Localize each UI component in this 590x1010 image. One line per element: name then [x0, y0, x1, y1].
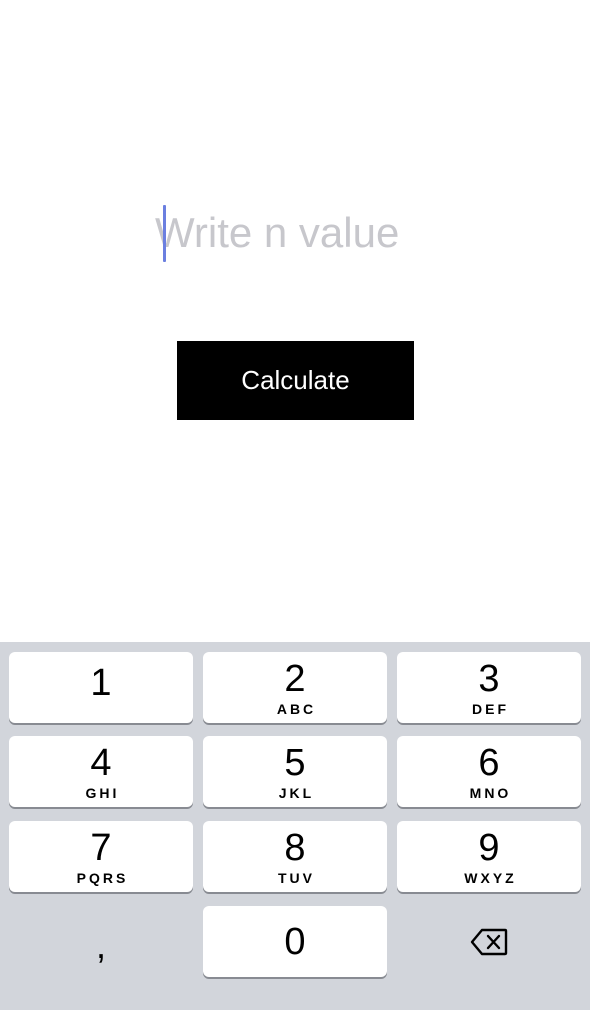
- key-5[interactable]: 5 JKL: [203, 736, 387, 807]
- text-cursor: [163, 205, 166, 262]
- key-letters: TUV: [278, 869, 315, 886]
- key-letters: JKL: [278, 784, 315, 801]
- key-7[interactable]: 7 PQRS: [9, 821, 193, 892]
- key-letters: GHI: [85, 784, 120, 801]
- key-letters: DEF: [472, 700, 509, 717]
- key-3[interactable]: 3 DEF: [397, 652, 581, 723]
- n-value-input[interactable]: [155, 201, 435, 265]
- calculate-button[interactable]: Calculate: [177, 341, 414, 420]
- key-digit: 9: [478, 826, 500, 869]
- key-digit: 3: [478, 657, 500, 700]
- key-comma-label: ,: [95, 924, 106, 966]
- key-digit: 5: [284, 741, 306, 784]
- backspace-icon: [470, 928, 508, 956]
- key-4[interactable]: 4 GHI: [9, 736, 193, 807]
- key-digit: 6: [478, 741, 500, 784]
- key-2[interactable]: 2 ABC: [203, 652, 387, 723]
- key-digit: 4: [90, 741, 112, 784]
- key-letters: [100, 704, 103, 714]
- numeric-keyboard: 1 2 ABC 3 DEF 4 GHI 5 JKL 6 MNO 7 PQRS 8…: [0, 642, 590, 1010]
- key-backspace[interactable]: [397, 906, 581, 977]
- key-digit: 2: [284, 657, 306, 700]
- key-9[interactable]: 9 WXYZ: [397, 821, 581, 892]
- key-letters: MNO: [469, 784, 512, 801]
- key-digit: 8: [284, 826, 306, 869]
- key-1[interactable]: 1: [9, 652, 193, 723]
- input-container: [0, 200, 590, 266]
- key-6[interactable]: 6 MNO: [397, 736, 581, 807]
- key-letters: WXYZ: [464, 869, 517, 886]
- key-letters: PQRS: [76, 869, 129, 886]
- key-comma[interactable]: ,: [9, 906, 193, 977]
- key-8[interactable]: 8 TUV: [203, 821, 387, 892]
- key-digit: 1: [90, 661, 112, 704]
- key-0[interactable]: 0: [203, 906, 387, 977]
- key-letters: ABC: [276, 700, 317, 717]
- key-digit: 0: [284, 920, 306, 963]
- key-digit: 7: [90, 826, 112, 869]
